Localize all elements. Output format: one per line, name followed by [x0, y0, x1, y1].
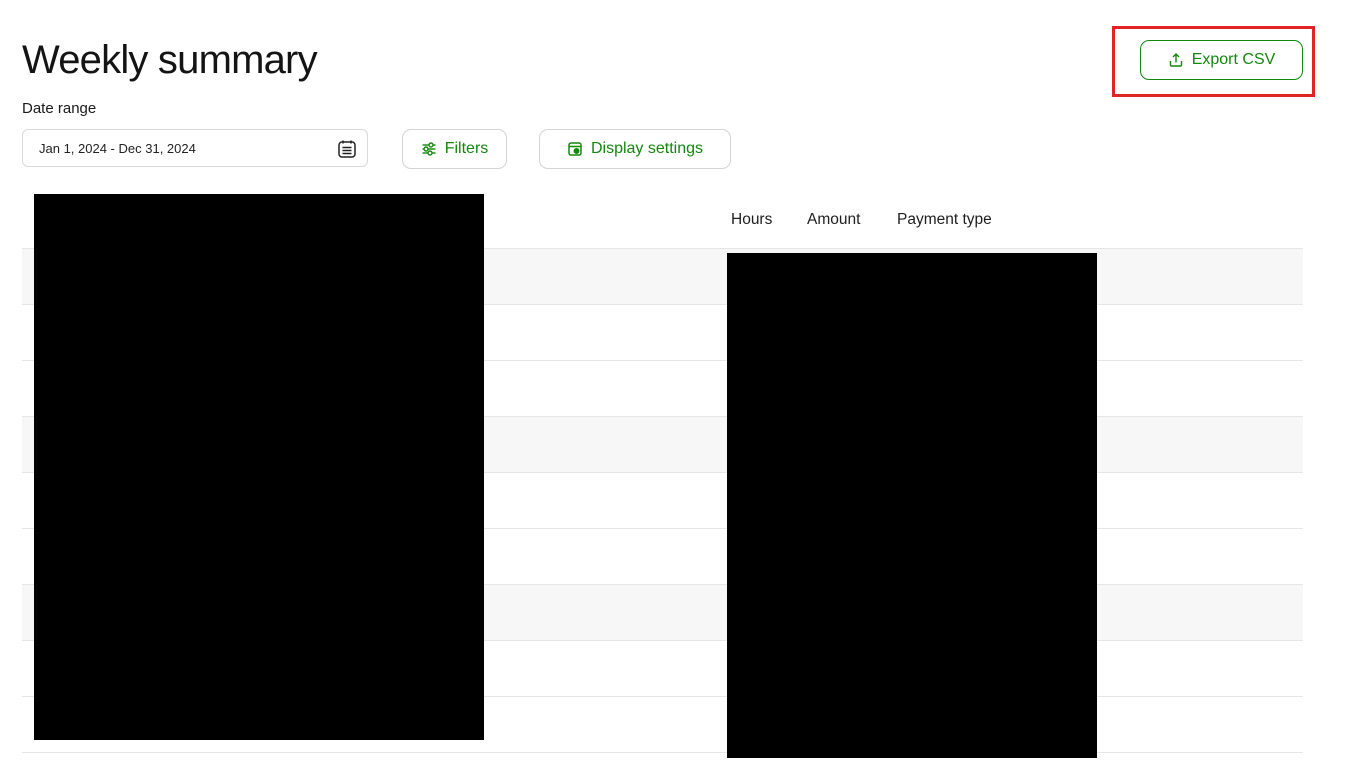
filters-button[interactable]: Filters [402, 129, 507, 169]
redaction-block [727, 253, 1097, 758]
sliders-icon [421, 141, 437, 157]
date-range-label: Date range [22, 100, 97, 117]
export-csv-button[interactable]: Export CSV [1140, 40, 1303, 80]
display-settings-icon [567, 141, 583, 157]
date-range-value: Jan 1, 2024 - Dec 31, 2024 [39, 141, 196, 156]
weekly-summary-page: Weekly summary Date range Jan 1, 2024 - … [0, 0, 1345, 765]
date-range-input[interactable]: Jan 1, 2024 - Dec 31, 2024 [22, 129, 368, 167]
column-header-hours[interactable]: Hours [731, 210, 772, 230]
display-settings-button[interactable]: Display settings [539, 129, 731, 169]
column-header-amount[interactable]: Amount [807, 210, 860, 230]
upload-icon [1168, 52, 1184, 68]
display-settings-label: Display settings [590, 140, 704, 157]
redaction-block [34, 194, 484, 740]
export-csv-label: Export CSV [1191, 51, 1276, 68]
filters-label: Filters [444, 140, 489, 157]
calendar-icon[interactable] [336, 138, 358, 160]
column-header-payment-type[interactable]: Payment type [897, 210, 992, 230]
page-title: Weekly summary [22, 38, 318, 82]
